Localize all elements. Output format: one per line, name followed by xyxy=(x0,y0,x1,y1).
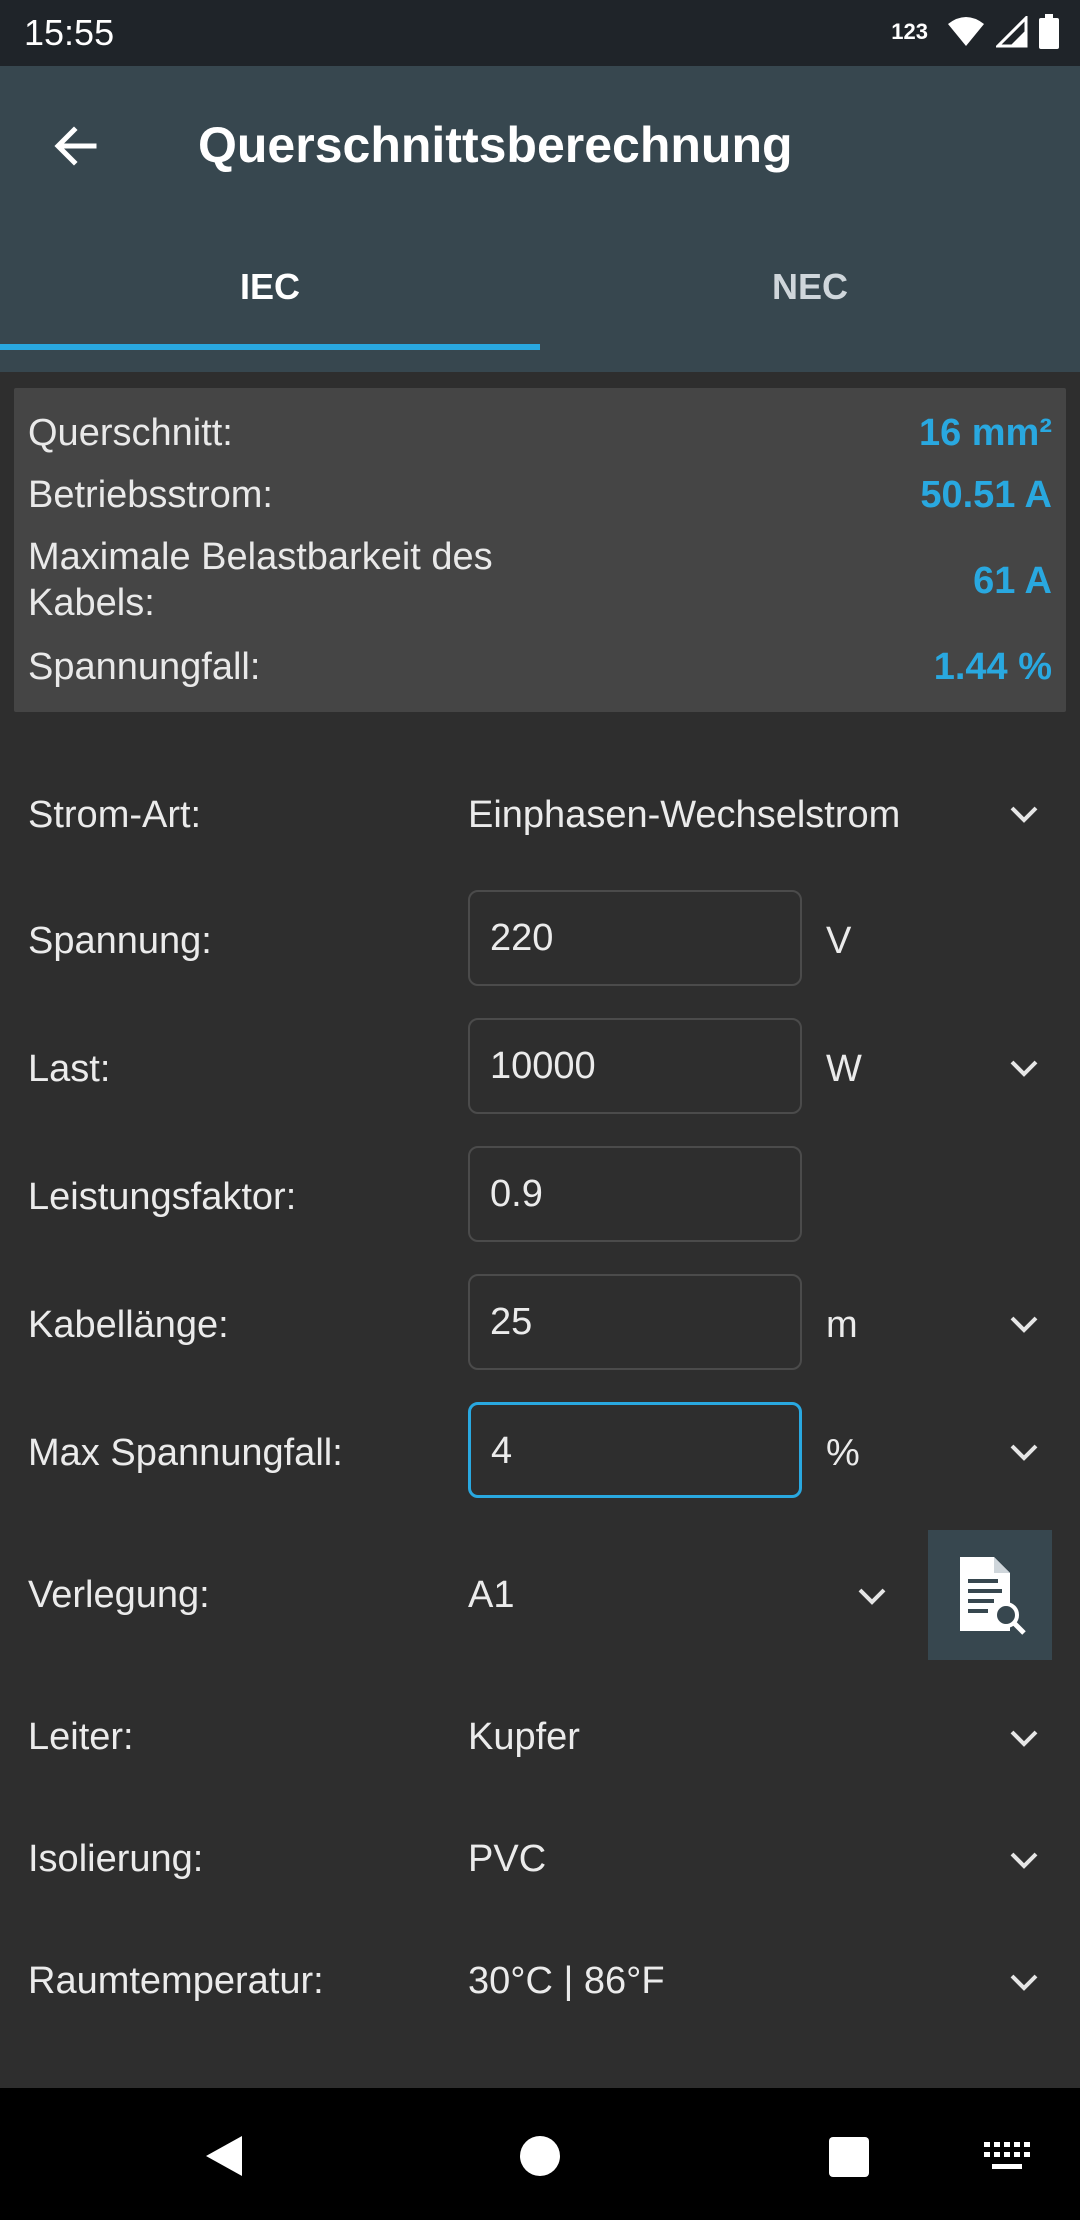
max-voltage-drop-input[interactable]: 4 xyxy=(468,1402,802,1498)
wifi-icon xyxy=(948,17,984,46)
max-voltage-drop-unit: % xyxy=(826,1432,860,1474)
insulation-label: Isolierung: xyxy=(28,1838,204,1880)
conductor-value: Kupfer xyxy=(468,1716,580,1758)
input-mode-indicator: 123 xyxy=(891,19,928,44)
result-operating-current-label: Betriebsstrom: xyxy=(28,474,273,516)
current-type-value: Einphasen-Wechselstrom xyxy=(468,794,901,836)
result-voltage-drop-label: Spannungfall: xyxy=(28,646,261,688)
max-voltage-drop-label: Max Spannungfall: xyxy=(28,1432,343,1474)
load-label: Last: xyxy=(28,1048,111,1090)
voltage-input[interactable]: 220 xyxy=(468,890,802,986)
tab-indicator xyxy=(0,344,540,350)
system-nav-bar xyxy=(0,2088,1080,2220)
cable-length-label: Kabellänge: xyxy=(28,1304,229,1346)
result-max-capacity-value: 61 A xyxy=(973,560,1052,602)
status-time: 15:55 xyxy=(24,12,115,53)
installation-label: Verlegung: xyxy=(28,1574,210,1616)
ambient-temp-value: 30°C | 86°F xyxy=(468,1960,665,2002)
result-panel: Querschnitt: 16 mm² Betriebsstrom: 50.51… xyxy=(14,388,1066,712)
back-button[interactable] xyxy=(44,114,108,178)
cable-length-unit: m xyxy=(826,1304,858,1346)
installation-info-button[interactable] xyxy=(928,1530,1052,1660)
chevron-down-icon xyxy=(1010,1444,1038,1461)
chevron-down-icon xyxy=(1010,1060,1038,1077)
tab-nec[interactable]: NEC xyxy=(540,266,1080,372)
chevron-down-icon xyxy=(1010,1852,1038,1869)
status-icons: 123 xyxy=(891,14,1060,50)
app-bar: Querschnittsberechnung IEC NEC xyxy=(0,66,1080,372)
chevron-down-icon xyxy=(1010,1730,1038,1747)
chevron-down-icon xyxy=(1010,1974,1038,1991)
load-unit: W xyxy=(826,1048,862,1090)
result-cross-section-label: Querschnitt: xyxy=(28,412,233,454)
nav-back-icon[interactable] xyxy=(204,2134,244,2178)
signal-icon xyxy=(996,16,1028,48)
voltage-unit: V xyxy=(826,920,852,962)
result-operating-current-value: 50.51 A xyxy=(920,474,1052,516)
back-arrow-icon xyxy=(54,126,97,166)
nav-home-icon[interactable] xyxy=(518,2134,562,2178)
power-factor-label: Leistungsfaktor: xyxy=(28,1176,297,1218)
load-input[interactable]: 10000 xyxy=(468,1018,802,1114)
tab-iec-label: IEC xyxy=(239,266,300,307)
result-voltage-drop-value: 1.44 % xyxy=(933,646,1052,688)
chevron-down-icon xyxy=(1010,806,1038,823)
nav-recents-icon[interactable] xyxy=(828,2136,870,2178)
tab-nec-label: NEC xyxy=(771,266,848,307)
document-search-icon xyxy=(960,1557,1026,1635)
result-cross-section-value: 16 mm² xyxy=(918,412,1052,454)
chevron-down-icon xyxy=(858,1588,886,1605)
keyboard-icon[interactable] xyxy=(984,2142,1030,2172)
cable-length-input[interactable]: 25 xyxy=(468,1274,802,1370)
chevron-down-icon xyxy=(1010,1316,1038,1333)
page-title: Querschnittsberechnung xyxy=(198,117,793,173)
current-type-label: Strom-Art: xyxy=(28,794,202,836)
ambient-temp-label: Raumtemperatur: xyxy=(28,1960,324,2002)
result-max-capacity-label: Maximale Belastbarkeit des Kabels: xyxy=(28,536,493,624)
status-bar: 15:55 123 xyxy=(0,0,1080,66)
voltage-label: Spannung: xyxy=(28,920,212,962)
conductor-label: Leiter: xyxy=(28,1716,134,1758)
battery-icon xyxy=(1039,14,1059,49)
insulation-value: PVC xyxy=(468,1838,547,1880)
tab-iec[interactable]: IEC xyxy=(0,266,540,372)
installation-value: A1 xyxy=(468,1574,515,1616)
power-factor-input[interactable]: 0.9 xyxy=(468,1146,802,1242)
